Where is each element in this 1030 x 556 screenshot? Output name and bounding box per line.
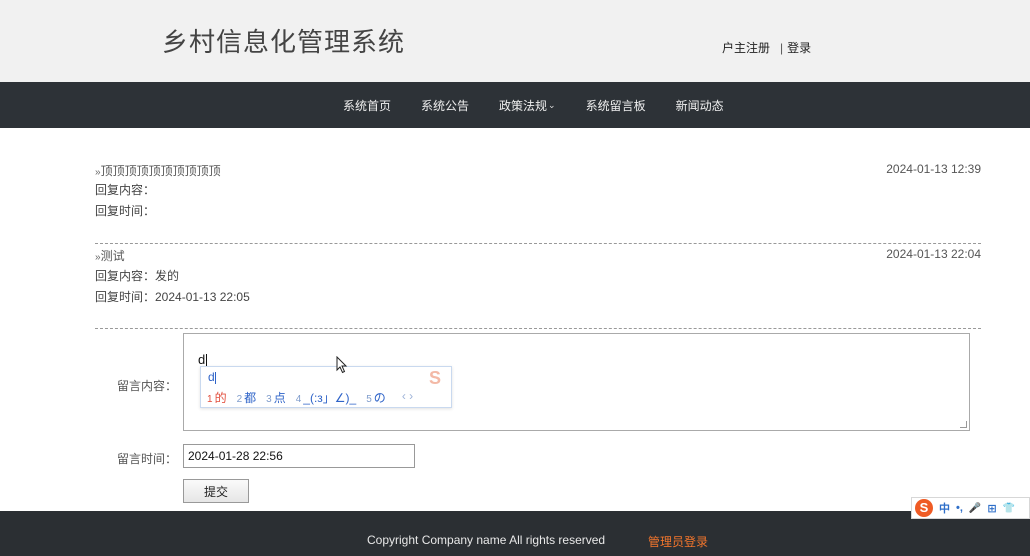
- ime-candidate[interactable]: 2都: [237, 389, 257, 406]
- nav-item-label: 新闻动态: [675, 98, 724, 113]
- auth-links: 户主注册 | 登录: [722, 39, 811, 56]
- ime-candidate-num: 1: [207, 394, 213, 405]
- ime-candidate[interactable]: 3点: [266, 389, 286, 406]
- ime-candidate-text: 点: [273, 391, 286, 405]
- skin-icon[interactable]: 👕: [1003, 503, 1015, 514]
- ime-candidate-text: 的: [214, 391, 227, 405]
- ime-candidate-text: の: [373, 391, 386, 405]
- message-divider: [95, 328, 981, 329]
- reply-time: 回复时间：2024-01-13 22:05: [95, 290, 250, 304]
- nav-item-announcements[interactable]: 系统公告: [421, 97, 469, 114]
- content-label: 留言内容：: [117, 379, 178, 393]
- site-title: 乡村信息化管理系统: [162, 27, 406, 57]
- message-time-input[interactable]: [183, 444, 415, 468]
- ime-candidate[interactable]: 5の: [366, 389, 386, 406]
- admin-login-link[interactable]: 管理员登录: [648, 533, 708, 550]
- auth-separator: |: [780, 41, 784, 55]
- mouse-pointer-icon: [336, 356, 348, 374]
- message-time: 2024-01-13 12:39: [886, 162, 981, 176]
- nav-item-label: 系统留言板: [585, 98, 646, 113]
- time-label: 留言时间：: [117, 452, 178, 466]
- message-divider: [95, 243, 981, 244]
- ime-composition: d: [208, 370, 216, 384]
- copyright-text: Copyright Company name All rights reserv…: [367, 533, 606, 547]
- message-item: »测试 2024-01-13 22:04 回复内容：发的 回复时间：2024-0…: [95, 247, 981, 308]
- ime-candidate[interactable]: 1的: [207, 389, 227, 406]
- ime-toolbar[interactable]: S 中 •, 🎤 ⊞ 👕: [911, 497, 1030, 519]
- microphone-icon[interactable]: 🎤: [969, 503, 981, 514]
- resize-grip-icon[interactable]: [960, 421, 967, 428]
- nav-item-home[interactable]: 系统首页: [343, 97, 391, 114]
- nav-item-message-board[interactable]: 系统留言板: [586, 97, 646, 114]
- ime-candidate-popup: d S 1的 2都 3点 4 _(:з」∠)_ 5の ‹ ›: [200, 366, 452, 408]
- ime-mode-chinese[interactable]: 中: [939, 500, 950, 516]
- submit-button[interactable]: 提交: [183, 479, 249, 503]
- message-title: »测试: [95, 247, 981, 265]
- message-title-text: 顶顶顶顶顶顶顶顶顶顶: [100, 164, 221, 178]
- nav-item-policies[interactable]: 政策法规 ⌄: [499, 97, 556, 114]
- nav-item-label: 系统公告: [421, 98, 470, 113]
- reply-time: 回复时间：: [95, 204, 156, 218]
- top-header: 乡村信息化管理系统 户主注册 | 登录: [0, 0, 1030, 82]
- nav-item-news[interactable]: 新闻动态: [676, 97, 724, 114]
- keyboard-icon[interactable]: ⊞: [987, 502, 996, 515]
- login-link[interactable]: 登录: [787, 41, 811, 55]
- ime-candidate-num: 4: [295, 394, 302, 405]
- message-item: »顶顶顶顶顶顶顶顶顶顶 2024-01-13 12:39 回复内容： 回复时间：: [95, 162, 981, 222]
- message-time: 2024-01-13 22:04: [886, 247, 981, 261]
- textarea-value: d: [198, 352, 206, 367]
- ime-composition-text: d: [208, 370, 215, 384]
- sogou-logo-icon[interactable]: S: [915, 499, 933, 517]
- message-title-text: 测试: [100, 249, 125, 263]
- sogou-logo-icon: S: [428, 368, 441, 388]
- ime-candidate-num: 3: [266, 394, 272, 405]
- ime-caret: [214, 371, 216, 384]
- ime-page-arrows-icon[interactable]: ‹ ›: [402, 389, 413, 406]
- ime-candidate-list: 1的 2都 3点 4 _(:з」∠)_ 5の ‹ ›: [207, 389, 413, 406]
- chevron-down-icon: ⌄: [548, 99, 556, 110]
- reply-content: 回复内容：: [95, 183, 156, 197]
- message-title: »顶顶顶顶顶顶顶顶顶顶: [95, 162, 981, 180]
- reply-content: 回复内容：发的: [95, 269, 180, 283]
- nav-item-label: 系统首页: [343, 98, 392, 113]
- nav-menu: 系统首页 系统公告 政策法规 ⌄ 系统留言板 新闻动态: [343, 82, 754, 128]
- register-link[interactable]: 户主注册: [722, 41, 770, 55]
- ime-candidate-num: 5: [366, 394, 372, 405]
- ime-candidate-text: 都: [244, 391, 257, 405]
- ime-candidate[interactable]: 4 _(:з」∠)_: [296, 389, 357, 406]
- ime-candidate-text: _(:з」∠)_: [303, 391, 357, 405]
- ime-candidate-num: 2: [236, 394, 243, 405]
- punctuation-icon[interactable]: •,: [956, 502, 963, 514]
- footer: Copyright Company name All rights reserv…: [0, 511, 1030, 556]
- main-navbar: 系统首页 系统公告 政策法规 ⌄ 系统留言板 新闻动态: [0, 82, 1030, 128]
- nav-item-label: 政策法规: [499, 98, 548, 113]
